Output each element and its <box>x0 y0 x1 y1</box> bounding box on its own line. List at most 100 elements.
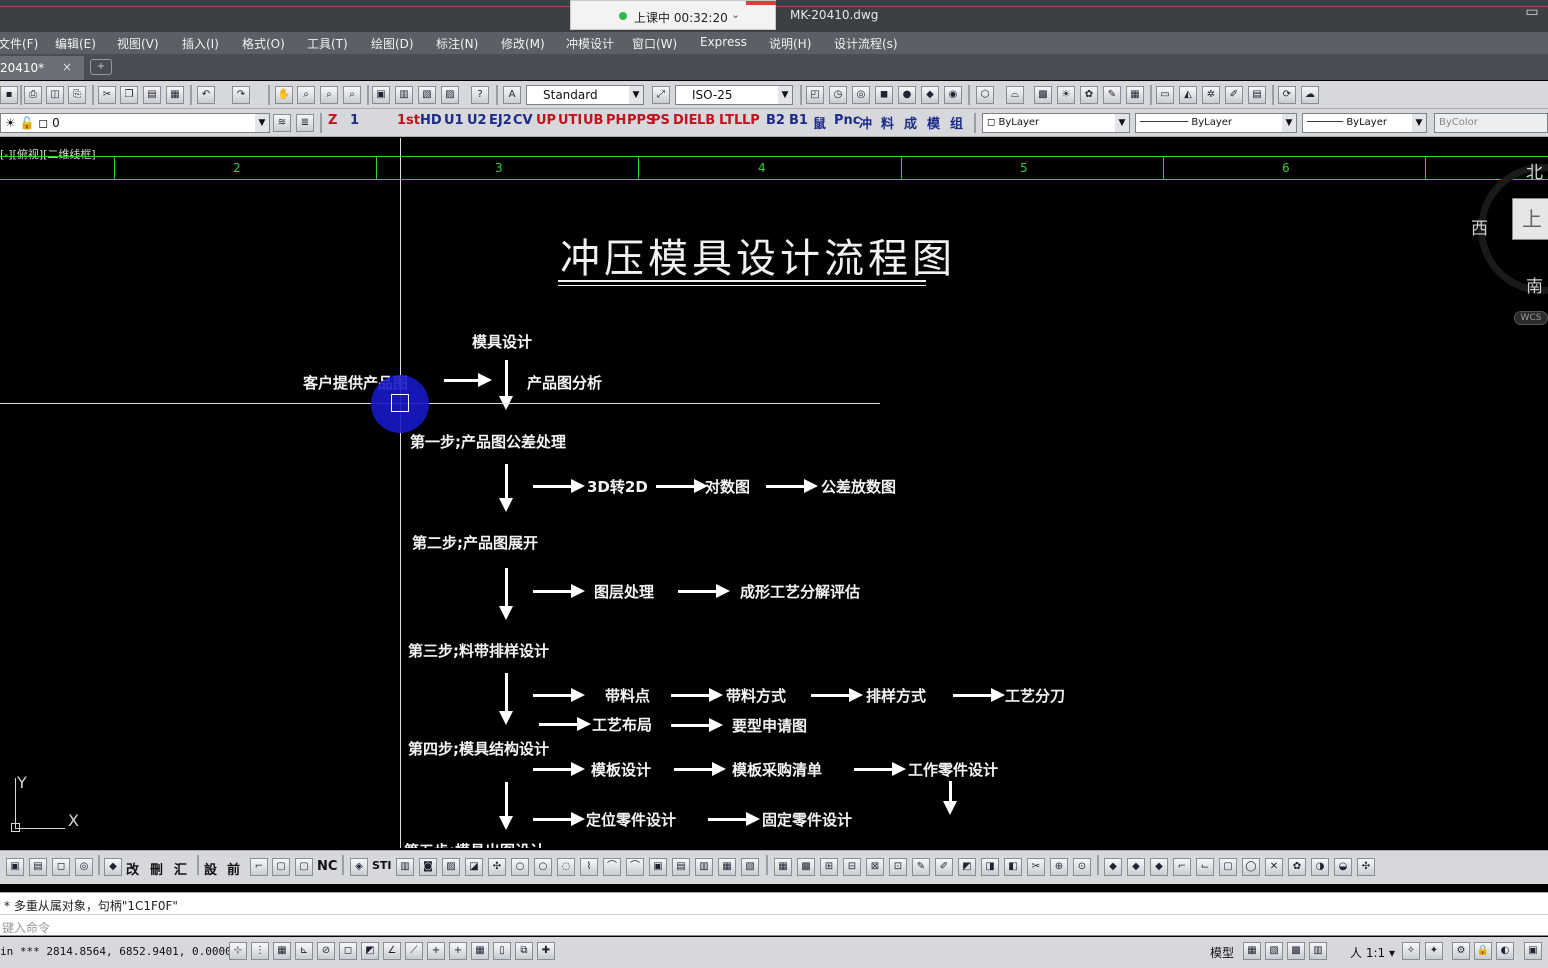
clean-screen-icon[interactable]: ▣ <box>1524 942 1542 960</box>
tool-icon[interactable]: ⊕ <box>1050 858 1068 876</box>
tool-icon[interactable]: ▢ <box>1219 858 1237 876</box>
tool-icon[interactable]: ◆ <box>1127 858 1145 876</box>
3d-orbit-icon[interactable]: ◷ <box>829 86 847 104</box>
menu-draw[interactable]: 绘图(D) <box>371 35 414 52</box>
die-tool-group-icon[interactable]: 组 <box>950 113 963 132</box>
cube-icon[interactable]: ◆ <box>921 86 939 104</box>
tool-icon[interactable]: ◧ <box>1004 858 1022 876</box>
settings-tool-icon[interactable]: 設 <box>204 859 217 878</box>
circle-icon[interactable]: ○ <box>534 858 552 876</box>
undo-icon[interactable]: ↶ <box>197 86 215 104</box>
tool-icon[interactable]: ⊡ <box>889 858 907 876</box>
help-icon[interactable]: ? <box>471 86 489 104</box>
tool-icon[interactable]: ◙ <box>419 858 437 876</box>
quick-props-icon[interactable]: ▯ <box>493 942 511 960</box>
tool-icon[interactable]: ◒ <box>1334 858 1352 876</box>
layout-icon[interactable]: ▦ <box>1243 942 1261 960</box>
die-tool-b2-icon[interactable]: B2 <box>766 113 785 128</box>
menu-tools[interactable]: 工具(T) <box>307 35 348 52</box>
tool-icon[interactable]: ▥ <box>695 858 713 876</box>
tool-icon[interactable]: ✿ <box>1288 858 1306 876</box>
tool-icon[interactable]: ◨ <box>981 858 999 876</box>
draw-icon[interactable]: ✐ <box>1225 86 1243 104</box>
tool-icon[interactable]: ▥ <box>396 858 414 876</box>
tool-icon[interactable]: ◑ <box>1311 858 1329 876</box>
die-tool-lb-icon[interactable]: LB <box>697 113 715 128</box>
die-tool-hd-icon[interactable]: HD <box>420 113 442 128</box>
menu-dimension[interactable]: 标注(N) <box>436 35 478 52</box>
layout-icon[interactable]: ▥ <box>1309 942 1327 960</box>
tool-icon[interactable]: ⊞ <box>820 858 838 876</box>
tool-icon[interactable]: ▨ <box>442 858 460 876</box>
ortho-icon[interactable]: ⊾ <box>295 942 313 960</box>
annotation-monitor-icon[interactable]: ✚ <box>537 942 555 960</box>
isolate-icon[interactable]: ◐ <box>1496 942 1514 960</box>
coordinate-readout[interactable]: in *** 2814.8564, 6852.9401, 0.0000 <box>0 945 232 958</box>
copy-icon[interactable]: ❐ <box>120 86 138 104</box>
die-tool-ej2-icon[interactable]: EJ2 <box>489 113 512 128</box>
3d-view-icon[interactable]: ◰ <box>806 86 824 104</box>
nc-tool-icon[interactable]: NC <box>317 859 337 874</box>
layout-icon[interactable]: ▩ <box>1287 942 1305 960</box>
sti-tool-icon[interactable]: STI <box>372 859 392 872</box>
text-style-select[interactable]: Standard ▼ <box>526 85 644 105</box>
text-style-icon[interactable]: A <box>503 86 521 104</box>
tool-icon[interactable]: ✣ <box>488 858 506 876</box>
front-tool-icon[interactable]: 前 <box>227 859 240 878</box>
tool-icon[interactable]: ✕ <box>1265 858 1283 876</box>
osnap-icon[interactable]: ◻ <box>339 942 357 960</box>
tool-icon[interactable]: ▣ <box>649 858 667 876</box>
infer-icon[interactable]: ⊹ <box>229 942 247 960</box>
3d-free-orbit-icon[interactable]: ◎ <box>852 86 870 104</box>
viewcube-south[interactable]: 南 <box>1526 272 1543 297</box>
die-tool-1st-icon[interactable]: 1st <box>397 113 420 128</box>
save-icon[interactable]: ▪ <box>0 86 18 104</box>
tool-icon[interactable]: ◻ <box>52 858 70 876</box>
sheet-set-icon[interactable]: ▨ <box>441 86 459 104</box>
zoom-window-icon[interactable]: ⌕ <box>320 86 338 104</box>
grid-icon[interactable]: ▦ <box>273 942 291 960</box>
layer-previous-icon[interactable]: ≋ <box>273 114 291 132</box>
snap-icon[interactable]: ⋮ <box>251 942 269 960</box>
light-icon[interactable]: ☀ <box>1057 86 1075 104</box>
die-tool-ub-icon[interactable]: UB <box>583 113 603 128</box>
tool-icon[interactable]: ◆ <box>1104 858 1122 876</box>
menu-format[interactable]: 格式(O) <box>242 35 285 52</box>
menu-modify[interactable]: 修改(M) <box>501 35 545 52</box>
tool-icon[interactable]: ⊠ <box>866 858 884 876</box>
die-tool-mouse-icon[interactable]: 鼠 <box>813 113 826 132</box>
tool-icon[interactable]: ▦ <box>718 858 736 876</box>
tool-icon[interactable]: ◆ <box>1150 858 1168 876</box>
tool-icon[interactable]: ◈ <box>350 858 368 876</box>
die-tool-1-icon[interactable]: 1 <box>350 113 359 128</box>
pen-icon[interactable]: ✎ <box>912 858 930 876</box>
solid-edit-icon[interactable]: ⬡ <box>976 86 994 104</box>
close-icon[interactable]: × <box>62 60 72 74</box>
cut-icon[interactable]: ✂ <box>98 86 116 104</box>
circle-icon[interactable]: ○ <box>511 858 529 876</box>
menu-express[interactable]: Express <box>700 35 747 49</box>
die-tool-b1-icon[interactable]: B1 <box>789 113 808 128</box>
new-tab-icon[interactable]: + <box>90 59 112 75</box>
delete-tool-icon[interactable]: 刪 <box>150 859 163 878</box>
pan-icon[interactable]: ✋ <box>275 86 293 104</box>
arc-icon[interactable]: ⌒ <box>626 858 644 876</box>
viewcube-west[interactable]: 西 <box>1471 214 1488 239</box>
selection-cycle-icon[interactable]: ⧉ <box>515 942 533 960</box>
command-input[interactable]: 键入命令 <box>0 914 1548 936</box>
live-class-indicator[interactable]: 上课中 00:32:20 ⌄ <box>570 0 776 30</box>
landscape-icon[interactable]: ▭ <box>1156 86 1174 104</box>
layout-icon[interactable]: ▧ <box>1265 942 1283 960</box>
die-tool-lp-icon[interactable]: LP <box>742 113 760 128</box>
circle-icon[interactable]: ◌ <box>557 858 575 876</box>
lock-icon[interactable]: 🔒 <box>1474 942 1492 960</box>
transparency-icon[interactable]: ▦ <box>471 942 489 960</box>
auto-scale-icon[interactable]: ✦ <box>1425 942 1443 960</box>
die-tool-ph-icon[interactable]: PH <box>606 113 626 128</box>
tool-icon[interactable]: ◪ <box>465 858 483 876</box>
die-tool-u2-icon[interactable]: U2 <box>467 113 487 128</box>
tool-icon[interactable]: ◯ <box>1242 858 1260 876</box>
model-tab[interactable]: 模型 <box>1210 944 1234 961</box>
tool-icon[interactable]: ✂ <box>1027 858 1045 876</box>
annotation-visibility-icon[interactable]: ✧ <box>1402 942 1420 960</box>
